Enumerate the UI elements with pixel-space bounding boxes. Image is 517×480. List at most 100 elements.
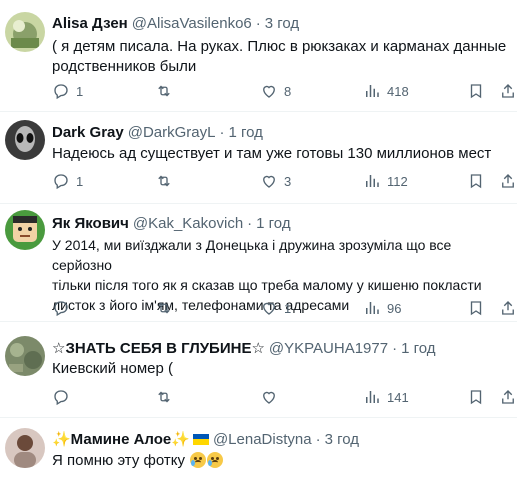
display-name[interactable]: Dark Gray <box>52 124 124 141</box>
user-handle[interactable]: @DarkGrayL <box>128 124 216 141</box>
like-icon <box>263 302 275 315</box>
views-count: 141 <box>387 389 409 405</box>
avatar[interactable] <box>5 120 45 160</box>
crying-face-icon <box>207 452 224 468</box>
tweet-text-line: Киевский номер ( <box>52 360 174 377</box>
timestamp[interactable]: 3 год <box>265 15 299 32</box>
avatar[interactable] <box>5 12 45 52</box>
tweet-text: Я помню эту фотку <box>52 451 512 471</box>
tweet[interactable]: Alisa Дзен @AlisaVasilenko6 · 3 год ( я … <box>0 0 517 112</box>
reply-button[interactable] <box>52 298 76 318</box>
timestamp[interactable]: 1 год <box>228 124 262 141</box>
views-button[interactable]: 418 <box>363 81 409 101</box>
views-button[interactable]: 141 <box>363 387 409 407</box>
separator-dot: · <box>315 430 321 448</box>
display-name[interactable]: Alisa Дзен <box>52 15 128 32</box>
views-button[interactable]: 96 <box>363 298 401 318</box>
tweet-text: ( я детям писала. На руках. Плюс в рюкза… <box>52 37 512 77</box>
tweet[interactable]: ✨Мамине Алое✨ @LenaDistyna · 3 год Я пом… <box>0 418 517 480</box>
replies-feed: Alisa Дзен @AlisaVasilenko6 · 3 год ( я … <box>0 0 517 480</box>
views-count: 418 <box>387 83 409 99</box>
action-bar: 1 3 112 <box>52 171 514 191</box>
share-button[interactable] <box>499 298 517 318</box>
bookmark-icon <box>470 301 482 316</box>
separator-dot: · <box>255 14 261 32</box>
user-handle[interactable]: @LenaDistyna <box>213 431 312 448</box>
user-handle[interactable]: @YKPAUHA1977 <box>269 340 388 357</box>
display-name[interactable]: ✨Мамине Алое✨ <box>52 430 190 448</box>
action-bar: 1 8 418 <box>52 81 514 101</box>
avatar[interactable] <box>5 336 45 376</box>
retweet-button[interactable] <box>155 387 179 407</box>
views-icon <box>366 302 379 314</box>
user-handle[interactable]: @AlisaVasilenko6 <box>132 15 252 32</box>
display-name[interactable]: Як Якович <box>52 215 129 232</box>
tweet-text-line: родственников были <box>52 58 197 75</box>
ukraine-flag-icon <box>192 433 209 445</box>
avatar[interactable] <box>5 210 45 250</box>
bookmark-button[interactable] <box>467 298 485 318</box>
like-icon <box>263 85 275 98</box>
like-button[interactable]: 8 <box>260 81 291 101</box>
share-icon <box>502 84 514 98</box>
like-icon <box>263 391 275 404</box>
tweet-text-line: ( я детям писала. На руках. Плюс в рюкза… <box>52 38 507 55</box>
like-button[interactable]: 1 <box>260 298 291 318</box>
share-button[interactable] <box>499 81 517 101</box>
tweet-text: Киевский номер ( <box>52 359 512 379</box>
user-handle[interactable]: @Kak_Kakovich <box>133 215 243 232</box>
tweet-text: Надеюсь ад существует и там уже готовы 1… <box>52 144 512 164</box>
reply-button[interactable] <box>52 387 76 407</box>
like-button[interactable]: 3 <box>260 171 291 191</box>
avatar[interactable] <box>5 428 45 468</box>
bookmark-button[interactable] <box>467 171 485 191</box>
like-icon <box>263 175 275 188</box>
reply-button[interactable]: 1 <box>52 171 83 191</box>
action-bar: 1 96 <box>52 298 514 318</box>
timestamp[interactable]: 1 год <box>256 215 290 232</box>
bookmark-icon <box>470 390 482 405</box>
tweet-text-line: тільки після того як я сказав що треба м… <box>52 277 482 293</box>
tweet-text-line: Надеюсь ад существует и там уже готовы 1… <box>52 145 492 162</box>
reply-count: 1 <box>76 173 84 189</box>
separator-dot: · <box>392 339 398 357</box>
retweet-button[interactable] <box>155 171 179 191</box>
retweet-icon <box>158 391 170 403</box>
reply-icon <box>54 84 68 100</box>
views-icon <box>366 85 379 97</box>
share-icon <box>502 390 514 404</box>
crying-face-icon <box>190 452 207 468</box>
share-button[interactable] <box>499 387 517 407</box>
like-count: 8 <box>284 83 292 99</box>
action-bar: 141 <box>52 387 514 407</box>
views-icon <box>366 175 379 187</box>
tweet[interactable]: Dark Gray @DarkGrayL · 1 год Надеюсь ад … <box>0 112 517 204</box>
bookmark-button[interactable] <box>467 81 485 101</box>
reply-icon <box>54 390 68 406</box>
display-name[interactable]: ☆ЗНАТЬ СЕБЯ В ГЛУБИНЕ☆ <box>52 339 265 357</box>
like-count: 3 <box>284 173 292 189</box>
timestamp[interactable]: 3 год <box>325 431 359 448</box>
retweet-button[interactable] <box>155 81 179 101</box>
retweet-icon <box>158 175 170 187</box>
tweet[interactable]: Як Якович @Kak_Kakovich · 1 год У 2014, … <box>0 204 517 322</box>
share-icon <box>502 174 514 188</box>
tweet-text-line: У 2014, ми виїзджали з Донецька і дружин… <box>52 237 452 273</box>
reply-icon <box>54 301 68 317</box>
tweet[interactable]: ☆ЗНАТЬ СЕБЯ В ГЛУБИНЕ☆ @YKPAUHA1977 · 1 … <box>0 322 517 418</box>
reply-button[interactable]: 1 <box>52 81 83 101</box>
bookmark-icon <box>470 84 482 99</box>
retweet-button[interactable] <box>155 298 179 318</box>
timestamp[interactable]: 1 год <box>401 340 435 357</box>
views-button[interactable]: 112 <box>363 171 408 191</box>
retweet-icon <box>158 85 170 97</box>
like-button[interactable] <box>260 387 284 407</box>
bookmark-button[interactable] <box>467 387 485 407</box>
reply-count: 1 <box>76 83 84 99</box>
retweet-icon <box>158 302 170 314</box>
separator-dot: · <box>247 214 253 232</box>
like-count: 1 <box>284 300 292 316</box>
share-button[interactable] <box>499 171 517 191</box>
reply-icon <box>54 174 68 190</box>
tweet-text-line: Я помню эту фотку <box>52 452 185 469</box>
